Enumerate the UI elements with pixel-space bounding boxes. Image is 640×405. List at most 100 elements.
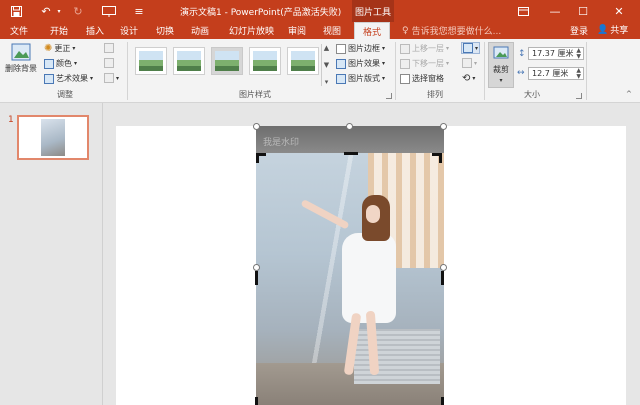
resize-handle-right[interactable] xyxy=(440,264,447,271)
tab-view[interactable]: 视图 xyxy=(323,22,341,39)
selection-pane-button[interactable]: 选择窗格 xyxy=(400,73,444,84)
sun-icon: ✺ xyxy=(44,43,53,54)
chevron-down-icon: ▾ xyxy=(382,75,386,82)
share-button[interactable]: 👤 共享 xyxy=(597,23,629,37)
artistic-effects-label: 艺术效果 xyxy=(56,74,88,83)
crop-handle-top[interactable] xyxy=(344,152,358,155)
crop-button[interactable]: 裁剪 ▾ xyxy=(488,42,514,88)
picture-effects-button[interactable]: 图片效果 ▾ xyxy=(336,58,385,69)
chevron-down-icon: ▾ xyxy=(90,75,94,82)
picture-style-preview xyxy=(177,51,201,71)
scroll-up-icon[interactable]: ▲ xyxy=(324,44,329,52)
crop-handle-right[interactable] xyxy=(441,271,444,285)
align-button[interactable]: ▾ xyxy=(461,42,481,54)
tell-me-box[interactable]: ♀ 告诉我您想要做什么... xyxy=(402,24,501,38)
resize-handle-top-right[interactable] xyxy=(440,123,447,130)
compress-pictures-button[interactable] xyxy=(104,43,114,53)
crop-handle-left[interactable] xyxy=(255,271,258,285)
tab-file[interactable]: 文件 xyxy=(10,22,28,39)
align-icon xyxy=(463,43,473,53)
sign-in-link[interactable]: 登录 xyxy=(570,24,588,37)
chevron-down-icon: ▾ xyxy=(474,59,478,67)
width-input[interactable]: 12.7 厘米 ▲ ▼ xyxy=(528,67,584,80)
window-title: 演示文稿1 - PowerPoint(产品激活失败) xyxy=(180,8,342,18)
undo-icon[interactable]: ↶ xyxy=(38,0,54,22)
height-input[interactable]: 17.37 厘米 ▲ ▼ xyxy=(528,47,584,60)
girl-dress xyxy=(342,233,396,323)
scroll-down-icon[interactable]: ▼ xyxy=(324,61,329,69)
tab-design[interactable]: 设计 xyxy=(120,22,138,39)
start-from-beginning-icon[interactable] xyxy=(100,0,118,22)
crop-handle-bottom-left[interactable] xyxy=(255,397,258,405)
picture-style-5[interactable] xyxy=(287,47,319,75)
tab-slideshow[interactable]: 幻灯片放映 xyxy=(229,22,274,39)
reset-picture-button[interactable]: ▾ xyxy=(104,73,119,83)
more-styles-icon[interactable]: ▾ xyxy=(325,78,329,86)
send-backward-button[interactable]: 下移一层 ▾ xyxy=(400,58,449,69)
group-divider xyxy=(127,42,128,100)
color-button[interactable]: 颜色 ▾ xyxy=(44,58,77,69)
remove-background-button[interactable]: 删除背景 xyxy=(4,43,38,74)
selected-picture[interactable]: 我是水印 xyxy=(256,126,444,405)
share-label: 共享 xyxy=(610,26,629,36)
tab-review[interactable]: 审阅 xyxy=(288,22,306,39)
rotate-icon: ⟲ xyxy=(462,73,471,84)
tab-format[interactable]: 格式 xyxy=(354,22,391,39)
picture-style-3[interactable] xyxy=(211,47,243,75)
bring-forward-button[interactable]: 上移一层 ▾ xyxy=(400,43,449,54)
maximize-button[interactable]: ☐ xyxy=(570,0,596,22)
picture-styles-launcher-icon[interactable] xyxy=(386,93,392,99)
redo-icon[interactable]: ↻ xyxy=(70,0,86,22)
change-picture-button[interactable] xyxy=(104,58,114,68)
chevron-down-icon: ▾ xyxy=(382,45,386,52)
slide-thumbnail-pane: 1 xyxy=(0,103,103,405)
artistic-effects-button[interactable]: 艺术效果 ▾ xyxy=(44,73,93,84)
corrections-button[interactable]: ✺ 更正 ▾ xyxy=(44,43,75,54)
bring-forward-label: 上移一层 xyxy=(412,44,444,53)
picture-border-label: 图片边框 xyxy=(348,44,380,53)
picture-style-1[interactable] xyxy=(135,47,167,75)
tab-animations[interactable]: 动画 xyxy=(191,22,209,39)
width-value: 12.7 厘米 xyxy=(532,69,569,78)
minimize-button[interactable]: — xyxy=(542,0,568,22)
picture-style-preview xyxy=(253,51,277,71)
chevron-down-icon: ▾ xyxy=(382,60,386,67)
group-button[interactable]: ▾ xyxy=(462,58,477,68)
crop-handle-bottom-right[interactable] xyxy=(441,397,444,405)
customize-toolbar-icon[interactable]: ≡ xyxy=(134,0,144,22)
picture-layout-button[interactable]: 图片版式 ▾ xyxy=(336,73,385,84)
tab-transitions[interactable]: 切换 xyxy=(156,22,174,39)
crop-handle-top-left[interactable] xyxy=(256,153,266,163)
slide-thumbnail[interactable] xyxy=(17,115,89,160)
ribbon: 删除背景 ✺ 更正 ▾ 颜色 ▾ 艺术效果 ▾ ▾ 调整 ▲ ▼ ▾ 图片边框 … xyxy=(0,39,640,103)
remove-background-label: 删除背景 xyxy=(5,64,37,73)
resize-handle-left[interactable] xyxy=(253,264,260,271)
tab-insert[interactable]: 插入 xyxy=(86,22,104,39)
picture-border-button[interactable]: 图片边框 ▾ xyxy=(336,43,385,54)
crop-handle-top-right[interactable] xyxy=(432,153,442,163)
rotate-button[interactable]: ⟲ ▾ xyxy=(462,73,475,84)
color-label: 颜色 xyxy=(56,59,72,68)
picture-style-2[interactable] xyxy=(173,47,205,75)
save-icon[interactable] xyxy=(6,0,26,22)
ribbon-display-options-icon[interactable] xyxy=(510,0,536,22)
undo-dropdown-icon[interactable]: ▾ xyxy=(54,0,64,22)
girl-face xyxy=(366,205,380,223)
watermark-text: 我是水印 xyxy=(263,138,300,148)
spinner-icon[interactable]: ▲ ▼ xyxy=(576,67,583,80)
size-launcher-icon[interactable] xyxy=(576,93,582,99)
thumbnail-picture xyxy=(41,119,65,156)
resize-handle-top-left[interactable] xyxy=(253,123,260,130)
picture-tools-context-header: 图片工具 xyxy=(352,0,394,22)
adjust-group-label: 调整 xyxy=(57,90,73,99)
picture-style-4[interactable] xyxy=(249,47,281,75)
remove-background-icon xyxy=(11,43,31,61)
close-button[interactable]: ✕ xyxy=(606,0,632,22)
person-icon: 👤 xyxy=(597,24,609,35)
gallery-scroll[interactable]: ▲ ▼ ▾ xyxy=(321,44,331,86)
resize-handle-top[interactable] xyxy=(346,123,353,130)
collapse-ribbon-icon[interactable]: ^ xyxy=(626,90,632,98)
tab-home[interactable]: 开始 xyxy=(50,22,68,39)
spinner-icon[interactable]: ▲ ▼ xyxy=(576,47,583,60)
send-backward-label: 下移一层 xyxy=(412,59,444,68)
